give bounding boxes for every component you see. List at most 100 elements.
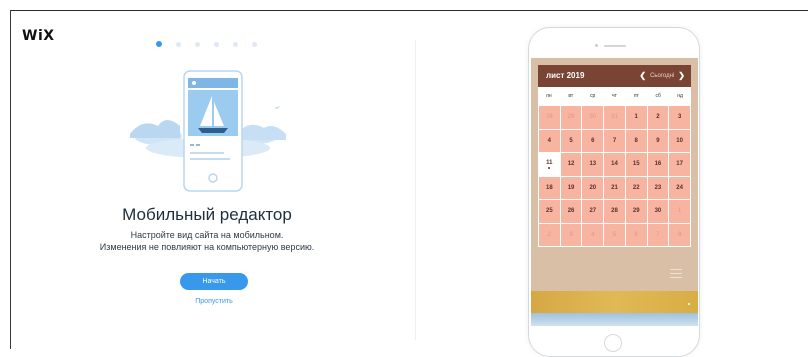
calendar-day[interactable]: 26	[560, 200, 582, 223]
hamburger-menu-icon[interactable]	[670, 269, 682, 278]
calendar-day-number: 1	[677, 208, 682, 215]
calendar-day[interactable]: 9	[647, 129, 669, 152]
calendar-day[interactable]: 4	[582, 223, 604, 246]
calendar-day-number: 26	[567, 208, 575, 215]
calendar-day[interactable]: 1	[625, 106, 647, 129]
wix-logo: WiX	[22, 28, 55, 44]
chevron-right-icon[interactable]: ❯	[678, 71, 685, 80]
step-indicator	[156, 41, 257, 47]
calendar-day-number: 2	[547, 231, 552, 238]
calendar-day[interactable]: 6	[625, 223, 647, 246]
calendar-day[interactable]: 28	[539, 106, 560, 129]
calendar-day-number: 29	[567, 114, 575, 121]
calendar-day-number: 14	[611, 161, 618, 168]
calendar-day[interactable]: 24	[669, 176, 690, 199]
start-button[interactable]: Начать	[180, 273, 248, 290]
calendar-day-number: 3	[677, 114, 682, 121]
calendar-day-number: 16	[654, 161, 662, 168]
sky-image-strip	[531, 313, 698, 326]
weekday-label: сб	[655, 93, 661, 99]
calendar-day[interactable]: 15	[625, 153, 647, 176]
calendar-today-button[interactable]: Сьогодні	[650, 73, 674, 79]
calendar-day-number: 15	[632, 161, 640, 168]
step-dot-5[interactable]	[233, 41, 238, 47]
speaker-slot	[604, 45, 626, 47]
calendar-day-number: 20	[589, 184, 597, 191]
calendar-day-number: 11	[546, 159, 553, 166]
calendar-day-number: 12	[567, 161, 575, 168]
calendar-day-number: 7	[656, 231, 660, 238]
calendar-day-number: 22	[632, 184, 640, 191]
calendar-day[interactable]: 6	[582, 129, 604, 152]
step-dot-4[interactable]	[214, 41, 219, 47]
calendar-day[interactable]: 19	[560, 176, 582, 199]
calendar-day[interactable]: 28	[604, 200, 625, 223]
calendar-day-today[interactable]: 11	[539, 153, 560, 176]
calendar-day[interactable]: 25	[539, 200, 560, 223]
calendar-day-number: 18	[546, 184, 553, 191]
calendar-day[interactable]: 8	[669, 223, 690, 246]
weekday-label: чт	[612, 93, 617, 99]
calendar-day-number: 31	[611, 114, 618, 121]
calendar-header: лист 2019 ❮ Сьогодні ❯	[538, 65, 691, 87]
skip-link[interactable]: Пропустить	[0, 298, 428, 305]
weekday-label: пн	[546, 93, 552, 99]
calendar-weekdays: пн вт ср чт пт сб нд	[538, 87, 691, 106]
calendar-day[interactable]: 8	[625, 129, 647, 152]
weekday-label: пт	[633, 93, 639, 99]
calendar-day-number: 6	[634, 231, 638, 238]
weekday-label: ср	[589, 93, 596, 99]
step-dot-3[interactable]	[195, 41, 200, 47]
calendar-day-number: 13	[589, 161, 597, 168]
calendar-day[interactable]: 2	[647, 106, 669, 129]
calendar-day[interactable]: 18	[539, 176, 560, 199]
calendar-day[interactable]: 23	[647, 176, 669, 199]
calendar-day[interactable]: 27	[582, 200, 604, 223]
calendar-day[interactable]: 30	[647, 200, 669, 223]
calendar-day[interactable]: 29	[625, 200, 647, 223]
calendar-day[interactable]: 4	[539, 129, 560, 152]
calendar-day-number: 23	[654, 184, 662, 191]
calendar-day-number: 24	[676, 184, 683, 191]
calendar-day-number: 5	[612, 231, 617, 238]
calendar-nav: ❮ Сьогодні ❯	[639, 71, 685, 80]
calendar-day[interactable]: 3	[669, 106, 690, 129]
calendar-day[interactable]: 29	[560, 106, 582, 129]
calendar-day[interactable]: 20	[582, 176, 604, 199]
calendar-day-number: 8	[634, 137, 638, 144]
calendar-day[interactable]: 7	[604, 129, 625, 152]
calendar-day-number: 8	[677, 231, 682, 238]
step-dot-2[interactable]	[176, 41, 181, 47]
calendar-day[interactable]: 3	[560, 223, 582, 246]
calendar-day-number: 30	[589, 114, 597, 121]
calendar-day[interactable]: 13	[582, 153, 604, 176]
weekday-label: нд	[677, 93, 683, 99]
weekday-label: вт	[568, 93, 574, 99]
calendar-day[interactable]: 17	[669, 153, 690, 176]
calendar-day[interactable]: 5	[604, 223, 625, 246]
chevron-left-icon[interactable]: ❮	[639, 71, 646, 80]
calendar-day-number: 25	[546, 208, 553, 215]
calendar-day-number: 17	[676, 161, 683, 168]
calendar-day-number: 28	[611, 208, 618, 215]
calendar-day-number: 21	[611, 184, 618, 191]
calendar-day[interactable]: 7	[647, 223, 669, 246]
mobile-editor-illustration	[130, 70, 286, 192]
gold-banner-strip	[531, 291, 698, 313]
calendar-day[interactable]: 12	[560, 153, 582, 176]
calendar-day-number: 4	[591, 231, 595, 238]
calendar-day[interactable]: 14	[604, 153, 625, 176]
calendar-day[interactable]: 21	[604, 176, 625, 199]
step-dot-1[interactable]	[156, 41, 162, 47]
calendar-day[interactable]: 5	[560, 129, 582, 152]
calendar-day[interactable]: 10	[669, 129, 690, 152]
calendar-day[interactable]: 16	[647, 153, 669, 176]
calendar-day[interactable]: 30	[582, 106, 604, 129]
calendar-day[interactable]: 22	[625, 176, 647, 199]
calendar-day[interactable]: 2	[539, 223, 560, 246]
calendar-day[interactable]: 1	[669, 200, 690, 223]
camera-dot	[595, 44, 598, 47]
calendar-day[interactable]: 31	[604, 106, 625, 129]
calendar-day-number: 10	[676, 137, 683, 144]
step-dot-6[interactable]	[252, 41, 257, 47]
